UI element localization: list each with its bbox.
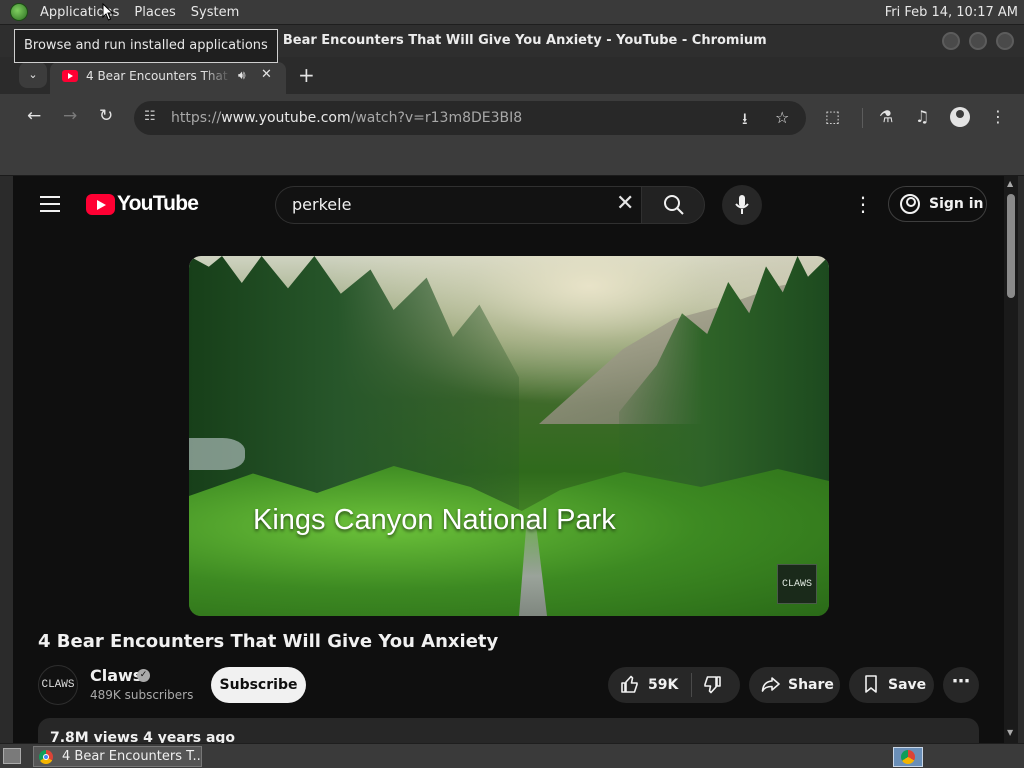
- address-bar[interactable]: ☷ https://www.youtube.com/watch?v=r13m8D…: [134, 101, 806, 135]
- media-controls-icon[interactable]: ♫: [915, 107, 929, 126]
- back-arrow-icon[interactable]: ←: [27, 106, 41, 126]
- mouse-cursor-icon: [102, 3, 114, 21]
- tab-search-button[interactable]: ⌄: [19, 62, 47, 88]
- verified-badge-icon: ✓: [137, 669, 150, 682]
- close-tab-icon[interactable]: ✕: [261, 67, 272, 82]
- more-horizontal-icon: ⋯: [952, 671, 970, 692]
- dislike-button[interactable]: [702, 675, 722, 700]
- system-menu[interactable]: System: [185, 0, 248, 25]
- settings-more-icon[interactable]: ⋮: [853, 192, 873, 216]
- bookmarks-bar: [0, 142, 1024, 176]
- bottom-taskbar: 4 Bear Encounters T...: [0, 743, 1024, 768]
- video-player[interactable]: Kings Canyon National Park CLAWS: [189, 256, 829, 616]
- workspace-switcher[interactable]: [893, 747, 923, 767]
- top-panel: Applications Places System Fri Feb 14, 1…: [0, 0, 1024, 25]
- bookmark-star-icon[interactable]: ☆: [775, 108, 789, 127]
- like-dislike-group: 59K: [608, 667, 740, 703]
- url-path: /watch?v=r13m8DE3BI8: [350, 110, 523, 126]
- sign-in-label: Sign in: [929, 196, 984, 212]
- panel-menu-bar: Applications Places System: [0, 0, 248, 25]
- video-caption: Kings Canyon National Park: [253, 504, 616, 536]
- save-button[interactable]: Save: [849, 667, 934, 703]
- search-query: perkele: [292, 195, 352, 214]
- scrollbar-thumb[interactable]: [1007, 194, 1015, 298]
- channel-name[interactable]: Claws: [90, 666, 142, 685]
- subscriber-count: 489K subscribers: [90, 688, 194, 702]
- microphone-icon: [735, 195, 749, 214]
- url-host: www.youtube.com: [221, 110, 351, 126]
- youtube-wordmark: YouTube: [117, 192, 199, 215]
- youtube-page: YouTube perkele ✕ ⋮ Sign in Kings Canyon…: [13, 176, 1018, 743]
- url-text[interactable]: https://www.youtube.com/watch?v=r13m8DE3…: [171, 101, 522, 135]
- profile-avatar-icon[interactable]: [950, 107, 970, 127]
- toolbar-divider: [862, 108, 863, 128]
- subscribe-button[interactable]: Subscribe: [211, 667, 306, 703]
- search-icon: [664, 195, 684, 215]
- maximize-button[interactable]: [969, 32, 987, 50]
- site-info-icon[interactable]: ☷: [144, 109, 156, 124]
- search-input[interactable]: perkele ✕: [275, 186, 641, 224]
- youtube-logo[interactable]: YouTube: [86, 192, 199, 216]
- browser-menu-icon[interactable]: ⋮: [990, 107, 1006, 126]
- share-button[interactable]: Share: [749, 667, 840, 703]
- chevron-down-icon: ⌄: [28, 68, 38, 81]
- distro-logo-icon[interactable]: [10, 3, 28, 21]
- channel-avatar[interactable]: CLAWS: [38, 665, 78, 705]
- account-circle-icon: [900, 194, 920, 214]
- applications-tooltip: Browse and run installed applications: [14, 29, 278, 63]
- labs-flask-icon[interactable]: ⚗: [879, 107, 893, 126]
- bookmark-icon: [861, 674, 881, 699]
- chromium-workspace-icon: [901, 750, 915, 764]
- youtube-favicon-icon: [62, 70, 78, 82]
- browser-tab-active[interactable]: 4 Bear Encounters That Will Give You Anx…: [50, 62, 286, 94]
- new-tab-button[interactable]: +: [298, 63, 315, 87]
- more-actions-button[interactable]: ⋯: [943, 667, 979, 703]
- clear-search-icon[interactable]: ✕: [616, 193, 634, 215]
- search-button[interactable]: [641, 186, 705, 224]
- page-scrollbar[interactable]: ▲ ▼: [1004, 176, 1018, 743]
- youtube-play-icon: [86, 193, 115, 215]
- channel-watermark[interactable]: CLAWS: [777, 564, 817, 604]
- save-label: Save: [888, 677, 927, 693]
- share-label: Share: [788, 677, 834, 693]
- audio-playing-icon[interactable]: 🔊︎: [238, 68, 246, 83]
- scroll-up-icon[interactable]: ▲: [1007, 179, 1013, 188]
- minimize-button[interactable]: [942, 32, 960, 50]
- reload-icon[interactable]: ↻: [99, 106, 113, 126]
- panel-clock[interactable]: Fri Feb 14, 10:17 AM: [885, 0, 1018, 25]
- chromium-icon: [39, 750, 53, 764]
- like-divider: [691, 673, 692, 697]
- applications-menu[interactable]: Applications: [34, 0, 128, 25]
- thumbs-down-icon: [704, 676, 721, 694]
- video-frame-rock: [189, 438, 245, 470]
- taskbar-window-label: 4 Bear Encounters T...: [62, 749, 202, 764]
- video-title: 4 Bear Encounters That Will Give You Anx…: [38, 631, 499, 652]
- like-button[interactable]: [620, 674, 640, 699]
- taskbar-window-chromium[interactable]: 4 Bear Encounters T...: [33, 746, 202, 767]
- scroll-down-icon[interactable]: ▼: [1007, 728, 1013, 737]
- show-desktop-icon[interactable]: [3, 748, 21, 764]
- install-app-icon[interactable]: ⭳: [742, 108, 748, 135]
- extensions-puzzle-icon[interactable]: ⬚: [825, 107, 840, 126]
- url-scheme: https://: [171, 110, 222, 126]
- guide-menu-icon[interactable]: [40, 196, 60, 212]
- description-box[interactable]: 7.8M views 4 years ago: [38, 718, 979, 743]
- window-controls: [942, 32, 1014, 50]
- tab-title: 4 Bear Encounters That Will Give You Anx…: [86, 69, 232, 83]
- forward-arrow-icon[interactable]: →: [63, 106, 77, 126]
- like-count[interactable]: 59K: [648, 667, 678, 703]
- sign-in-button[interactable]: Sign in: [888, 186, 987, 222]
- browser-toolbar: ← → ↻ ☷ https://www.youtube.com/watch?v=…: [0, 94, 1024, 142]
- share-arrow-icon: [761, 674, 781, 699]
- thumbs-up-icon: [621, 675, 638, 693]
- places-menu[interactable]: Places: [128, 0, 184, 25]
- voice-search-button[interactable]: [722, 185, 762, 225]
- close-window-button[interactable]: [996, 32, 1014, 50]
- view-count-date: 7.8M views 4 years ago: [50, 730, 236, 743]
